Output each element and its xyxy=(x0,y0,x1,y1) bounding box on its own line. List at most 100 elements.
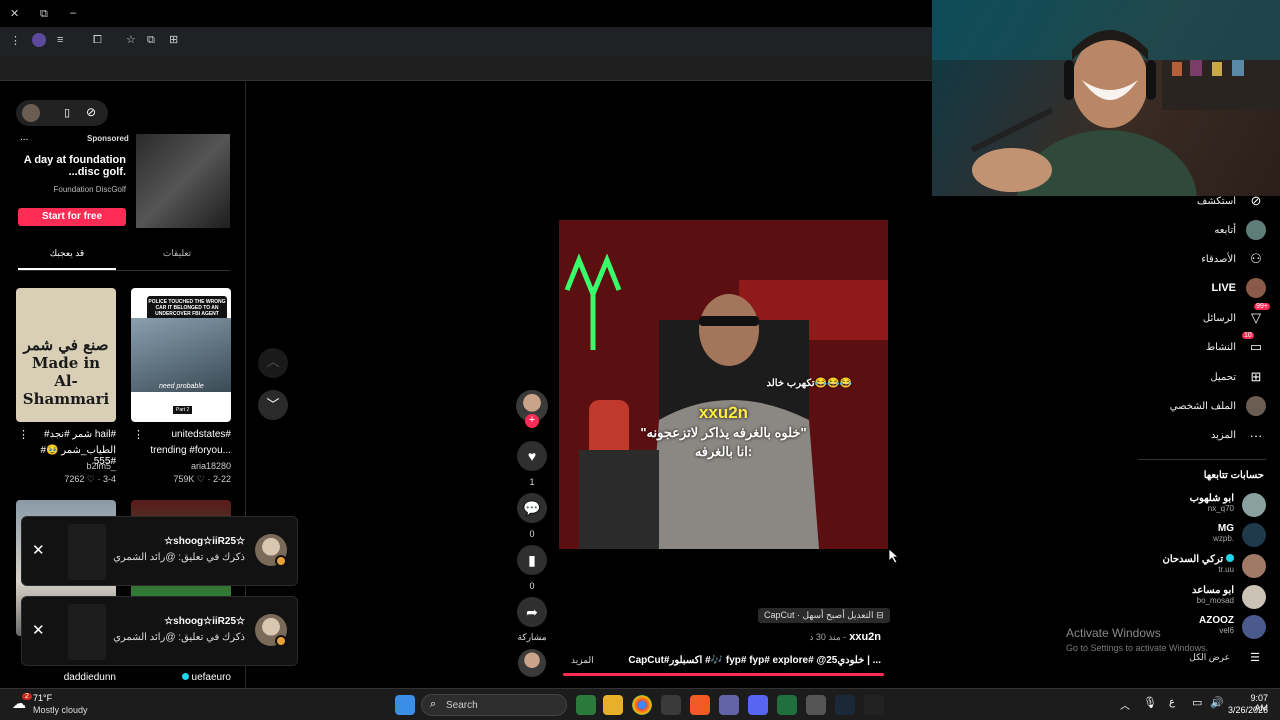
video-2-caption-1[interactable]: unitedstates# xyxy=(141,429,232,440)
nav-explore[interactable]: استكشف ⊘ xyxy=(1197,190,1266,212)
brave-icon[interactable] xyxy=(690,695,710,715)
weather-widget[interactable]: ☁ 2 xyxy=(10,693,34,715)
video-4-user[interactable]: uefaeuro xyxy=(131,672,231,683)
following-account[interactable]: ابو شلهوب nx_q70 xyxy=(1126,493,1266,517)
restore-window-button[interactable]: ⧉ xyxy=(40,7,48,21)
video-2-caption-2[interactable]: trending #foryou... xyxy=(131,445,231,456)
close-window-button[interactable]: ✕ xyxy=(10,7,19,21)
like-button[interactable]: ♥ xyxy=(517,441,547,471)
following-account[interactable]: تركي السدحان tr.uu xyxy=(1126,554,1266,578)
nav-label: الأصدقاء xyxy=(1201,253,1236,265)
video-1-caption-1[interactable]: #شمر #نجد hail# xyxy=(26,429,116,440)
account-handle: vel6 xyxy=(1219,626,1234,635)
see-more-link[interactable]: المزيد xyxy=(571,655,594,666)
discord-icon[interactable] xyxy=(748,695,768,715)
tab-comments[interactable]: تعليقات xyxy=(128,248,226,259)
nav-following[interactable]: أتابعه xyxy=(1214,219,1266,241)
weather-temp[interactable]: 71°F xyxy=(33,693,52,703)
store-icon[interactable] xyxy=(661,695,681,715)
user-avatar[interactable] xyxy=(22,104,40,122)
nav-messages[interactable]: النشاط ▭ 10 xyxy=(1205,332,1266,358)
weather-desc[interactable]: Mostly cloudy xyxy=(33,705,88,715)
clock-date[interactable]: 3/26/2026 xyxy=(1226,705,1268,715)
following-account[interactable]: ابو مساعد bo_mosad xyxy=(1126,585,1266,609)
notification-text: ذكرك في تعليق: @رائد الشمري xyxy=(113,632,245,643)
ad-cta-button[interactable]: Start for free xyxy=(18,208,126,226)
close-notification-icon[interactable]: ✕ xyxy=(32,541,45,559)
list-icon[interactable]: ☰ xyxy=(1250,651,1260,664)
nav-live[interactable]: LIVE xyxy=(1212,277,1266,299)
video-progress[interactable] xyxy=(563,673,884,676)
nav-more[interactable]: المزيد ··· xyxy=(1211,424,1266,446)
nav-inbox[interactable]: الرسائل ▽ 99+ xyxy=(1203,303,1270,329)
video-2-user[interactable]: aria18280 xyxy=(131,461,231,471)
phone-icon[interactable]: ▯ xyxy=(64,106,70,119)
capcut-tag[interactable]: CapCut · التعديل أصبح أسهل ⊟ xyxy=(758,608,890,623)
search-icon: ⌕ xyxy=(430,698,437,710)
browser-menu-icon[interactable]: ⋮ xyxy=(10,34,21,48)
activate-title: Activate Windows xyxy=(1066,626,1161,640)
extensions-icon[interactable]: ⧠ xyxy=(93,33,102,47)
video-thumb-1[interactable]: صنع في شمر Made in Al-Shammari xyxy=(16,288,116,422)
sound-avatar[interactable] xyxy=(518,649,546,677)
ad-advertiser: Foundation DiscGolf xyxy=(53,185,126,194)
xbox-icon[interactable] xyxy=(777,695,797,715)
follow-plus-icon[interactable]: + xyxy=(525,414,539,428)
bookmark-star-icon[interactable]: ☆ xyxy=(126,33,136,47)
webcam-overlay xyxy=(932,0,1280,196)
app-icon[interactable] xyxy=(806,695,826,715)
notification-thumb xyxy=(68,604,106,660)
tab-you-may-like[interactable]: قد يعجبك xyxy=(18,248,116,259)
next-video-button[interactable]: ﹀ xyxy=(258,390,288,420)
video-author[interactable]: xxu2n xyxy=(849,631,881,643)
compass-small-icon[interactable]: ⊘ xyxy=(86,105,96,119)
ad-thumbnail[interactable] xyxy=(136,134,230,228)
network-icon[interactable]: ▭ xyxy=(1192,696,1202,709)
following-account[interactable]: MG wzpb. xyxy=(1126,523,1266,547)
notification-toast[interactable]: ✕ ☆shoog☆iiR25☆ ذكرك في تعليق: @رائد الش… xyxy=(21,516,298,586)
account-handle: bo_mosad xyxy=(1196,596,1234,605)
notification-toast[interactable]: ✕ ☆shoog☆iiR25☆ ذكرك في تعليق: @رائد الش… xyxy=(21,596,298,666)
app-icon-2[interactable] xyxy=(864,695,884,715)
ad-title[interactable]: A day at foundation ...disc golf. xyxy=(20,154,126,178)
widget-icon[interactable] xyxy=(576,695,596,715)
comment-button[interactable]: 💬 xyxy=(517,493,547,523)
media-control-icon[interactable]: ≡ xyxy=(57,33,63,47)
minimize-window-button[interactable]: – xyxy=(70,6,76,20)
mic-icon[interactable]: 🎙 xyxy=(1143,696,1157,709)
language-indicator[interactable]: ع xyxy=(1169,697,1175,708)
video-3-user[interactable]: daddiedunn xyxy=(16,672,116,683)
steam-icon[interactable] xyxy=(835,695,855,715)
search-placeholder: Search xyxy=(446,700,478,711)
nav-friends[interactable]: الأصدقاء ⚇ xyxy=(1201,248,1266,270)
chrome-icon[interactable] xyxy=(632,695,652,715)
profile-icon[interactable] xyxy=(32,33,46,47)
thumb-2-part: Part 2 xyxy=(173,406,193,414)
account-avatar xyxy=(1242,585,1266,609)
start-button[interactable] xyxy=(395,695,415,715)
ad-more-icon[interactable]: ... xyxy=(20,132,28,143)
volume-icon[interactable]: 🔊 xyxy=(1210,696,1224,709)
video-1-user[interactable]: b2lm5_ xyxy=(16,461,116,471)
teams-icon[interactable] xyxy=(719,695,739,715)
video-player[interactable]: تكهرب خالد😂😂😂 xxu2n "خلوه بالغرفه يذاكر … xyxy=(559,220,888,549)
share-page-icon[interactable]: ⧉ xyxy=(147,33,155,47)
translate-icon[interactable]: ⊞ xyxy=(169,33,178,47)
nav-label: الملف الشخصي xyxy=(1169,400,1236,412)
share-button[interactable]: ➦ xyxy=(517,597,547,627)
taskbar-search[interactable]: ⌕ Search xyxy=(421,694,567,716)
close-notification-icon[interactable]: ✕ xyxy=(32,621,45,639)
save-button[interactable]: ▮ xyxy=(517,545,547,575)
prev-video-button[interactable]: ︿ xyxy=(258,348,288,378)
video-thumb-2[interactable]: POLICE TOUCHED THE WRONG CAR IT BELONGED… xyxy=(131,288,231,422)
file-explorer-icon[interactable] xyxy=(603,695,623,715)
comment-count: 0 xyxy=(529,529,535,539)
nav-upload[interactable]: تحميل ⊞ xyxy=(1210,366,1266,388)
see-all-link[interactable]: عرض الكل xyxy=(1189,652,1230,663)
following-title: حسابات تتابعها xyxy=(1203,470,1264,481)
tray-chevron-icon[interactable]: ︿ xyxy=(1120,697,1130,712)
video-author-line[interactable]: منذ 30 د - xxu2n xyxy=(809,631,881,643)
nav-label: المزيد xyxy=(1210,429,1236,441)
nav-profile[interactable]: الملف الشخصي xyxy=(1170,395,1266,417)
nav-label: النشاط xyxy=(1205,341,1236,353)
